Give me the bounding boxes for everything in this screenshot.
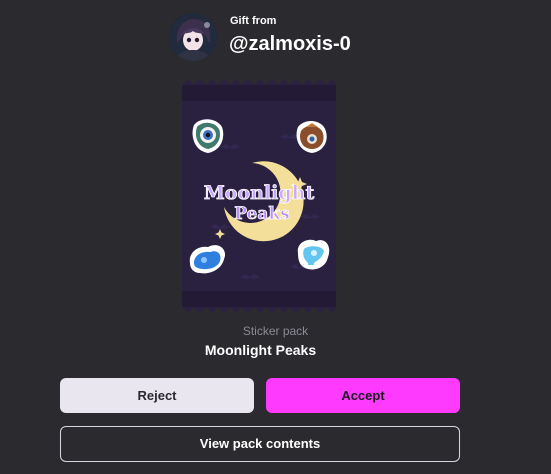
gift-from-label: Gift from — [230, 15, 277, 27]
sticker-pack-image: Moonlight Peaks — [180, 77, 338, 315]
sender-avatar — [169, 13, 217, 61]
sticker-pack-art: Moonlight Peaks — [182, 79, 336, 313]
sender-username: @zalmoxis-0 — [229, 33, 351, 55]
logo-line-2: Peaks — [234, 204, 290, 224]
avatar-image — [169, 13, 217, 61]
view-pack-contents-button[interactable]: View pack contents — [60, 426, 460, 462]
gift-dialog: Gift from @zalmoxis-0 Moonlight Peaks St… — [0, 0, 551, 474]
pack-type-label: Sticker pack — [242, 324, 309, 338]
reject-button[interactable]: Reject — [60, 378, 254, 413]
accept-button[interactable]: Accept — [266, 378, 460, 413]
pack-name: Moonlight Peaks — [204, 342, 317, 358]
